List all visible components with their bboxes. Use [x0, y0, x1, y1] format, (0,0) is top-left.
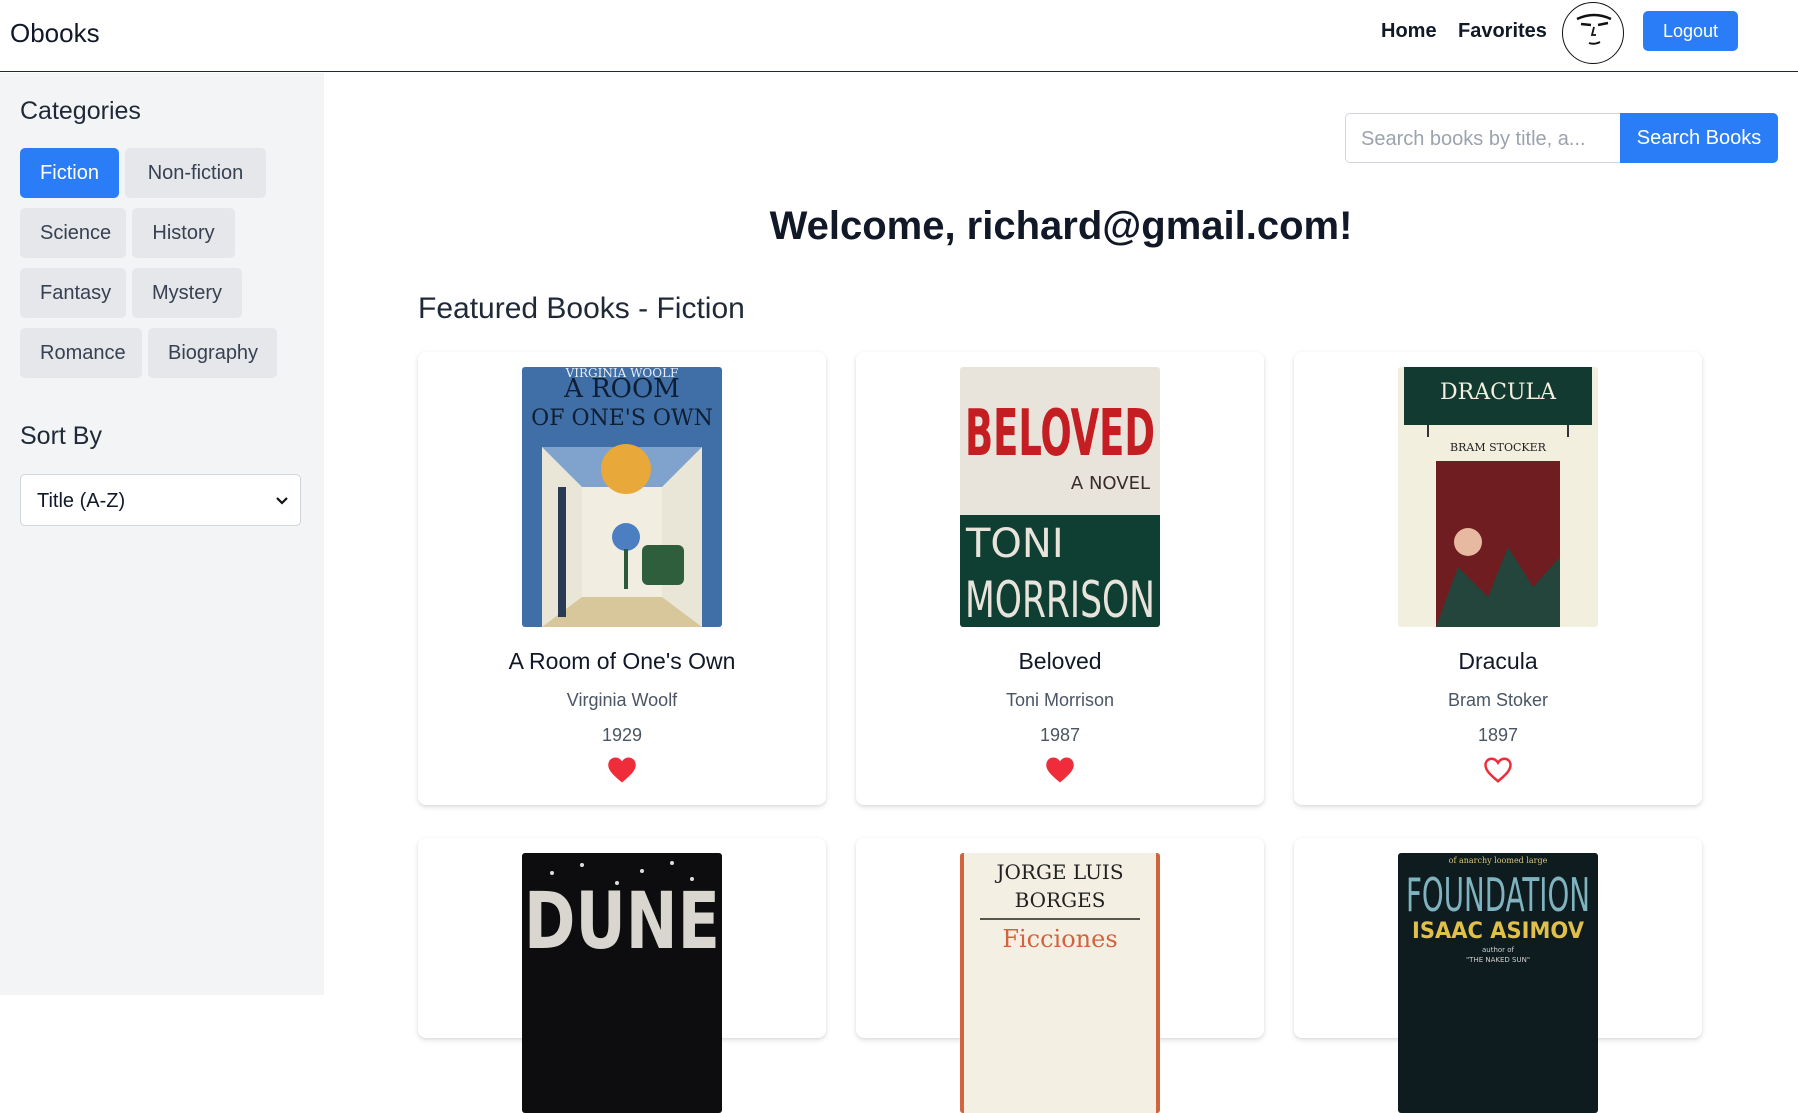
nav-home-link[interactable]: Home [1381, 20, 1437, 43]
svg-text:TONI: TONI [965, 521, 1064, 567]
svg-text:JORGE LUIS: JORGE LUIS [994, 860, 1123, 884]
favorite-heart-filled-icon[interactable] [607, 756, 637, 784]
category-mystery-button[interactable]: Mystery [132, 268, 242, 318]
logout-button[interactable]: Logout [1643, 11, 1738, 51]
sort-by-heading: Sort By [20, 422, 102, 450]
book-card[interactable]: DUNE [418, 838, 826, 1113]
book-year: 1897 [1477, 725, 1519, 745]
book-cover-image: JORGE LUIS BORGES Ficciones [960, 853, 1160, 1113]
book-card[interactable]: VIRGINIA WOOLF A ROOM OF ONE'S OWN A Roo… [418, 352, 826, 805]
sort-select-value: Title (A-Z) [37, 490, 126, 512]
book-cover-image: of anarchy loomed large FOUNDATION ISAAC… [1398, 853, 1598, 1113]
svg-text:Ficciones: Ficciones [1002, 925, 1117, 953]
favorite-heart-outline-icon[interactable] [1483, 756, 1513, 784]
search-books-button[interactable]: Search Books [1620, 113, 1778, 163]
category-non-fiction-button[interactable]: Non-fiction [125, 148, 266, 198]
svg-text:MORRISON: MORRISON [965, 571, 1155, 627]
sidebar: Categories Fiction Non-fiction Science H… [0, 73, 324, 995]
categories-heading: Categories [20, 97, 141, 125]
nav-favorites-link[interactable]: Favorites [1458, 20, 1547, 43]
svg-text:BRAM STOCKER: BRAM STOCKER [1450, 441, 1547, 454]
book-card[interactable]: DRACULA BRAM STOCKER Dracula Bram Stoker… [1294, 352, 1702, 805]
svg-text:OF ONE'S OWN: OF ONE'S OWN [531, 406, 713, 431]
welcome-heading: Welcome, richard@gmail.com! [769, 204, 1353, 248]
svg-text:author of: author of [1482, 946, 1515, 954]
category-romance-button[interactable]: Romance [20, 328, 142, 378]
book-cover-image: VIRGINIA WOOLF A ROOM OF ONE'S OWN [522, 367, 722, 627]
book-author: Bram Stoker [1447, 690, 1549, 710]
book-author: Virginia Woolf [566, 690, 678, 710]
sort-select[interactable]: Title (A-Z) [20, 474, 301, 526]
svg-text:ISAAC ASIMOV: ISAAC ASIMOV [1412, 919, 1584, 944]
book-cover-image: BELOVED A NOVEL TONI MORRISON [960, 367, 1160, 627]
favorite-heart-filled-icon[interactable] [1045, 756, 1075, 784]
avatar-face-icon [1576, 13, 1612, 45]
book-title[interactable]: Dracula [1294, 648, 1702, 675]
search-input[interactable]: Search books by title, a... [1345, 113, 1621, 163]
svg-text:FOUNDATION: FOUNDATION [1406, 868, 1590, 922]
svg-text:A NOVEL: A NOVEL [1071, 473, 1150, 494]
category-biography-button[interactable]: Biography [148, 328, 277, 378]
avatar[interactable] [1562, 2, 1624, 64]
book-cover-image: DRACULA BRAM STOCKER [1398, 367, 1598, 627]
book-card[interactable]: BELOVED A NOVEL TONI MORRISON Beloved To… [856, 352, 1264, 805]
book-cover-image: DUNE [522, 853, 722, 1113]
book-card[interactable]: of anarchy loomed large FOUNDATION ISAAC… [1294, 838, 1702, 1113]
brand-logo[interactable]: Obooks [10, 18, 100, 49]
svg-text:A ROOM: A ROOM [563, 374, 680, 404]
search-placeholder: Search books by title, a... [1361, 128, 1586, 150]
category-science-button[interactable]: Science [20, 208, 126, 258]
chevron-down-icon [276, 497, 288, 505]
svg-text:of anarchy loomed large: of anarchy loomed large [1449, 856, 1548, 865]
book-author: Toni Morrison [1005, 690, 1115, 710]
category-fantasy-button[interactable]: Fantasy [20, 268, 126, 318]
svg-text:DUNE: DUNE [524, 877, 720, 967]
book-title[interactable]: Beloved [856, 648, 1264, 675]
book-year: 1929 [601, 725, 643, 745]
book-card[interactable]: JORGE LUIS BORGES Ficciones [856, 838, 1264, 1113]
svg-text:BELOVED: BELOVED [965, 397, 1155, 471]
category-fiction-button[interactable]: Fiction [20, 148, 119, 198]
svg-text:BORGES: BORGES [1015, 888, 1106, 912]
svg-text:DRACULA: DRACULA [1440, 380, 1557, 405]
section-title: Featured Books - Fiction [418, 292, 745, 325]
category-history-button[interactable]: History [132, 208, 235, 258]
book-title[interactable]: A Room of One's Own [418, 648, 826, 675]
svg-text:"THE NAKED SUN": "THE NAKED SUN" [1466, 956, 1530, 964]
book-year: 1987 [1039, 725, 1081, 745]
top-navbar: Obooks Home Favorites Logout [0, 0, 1798, 72]
